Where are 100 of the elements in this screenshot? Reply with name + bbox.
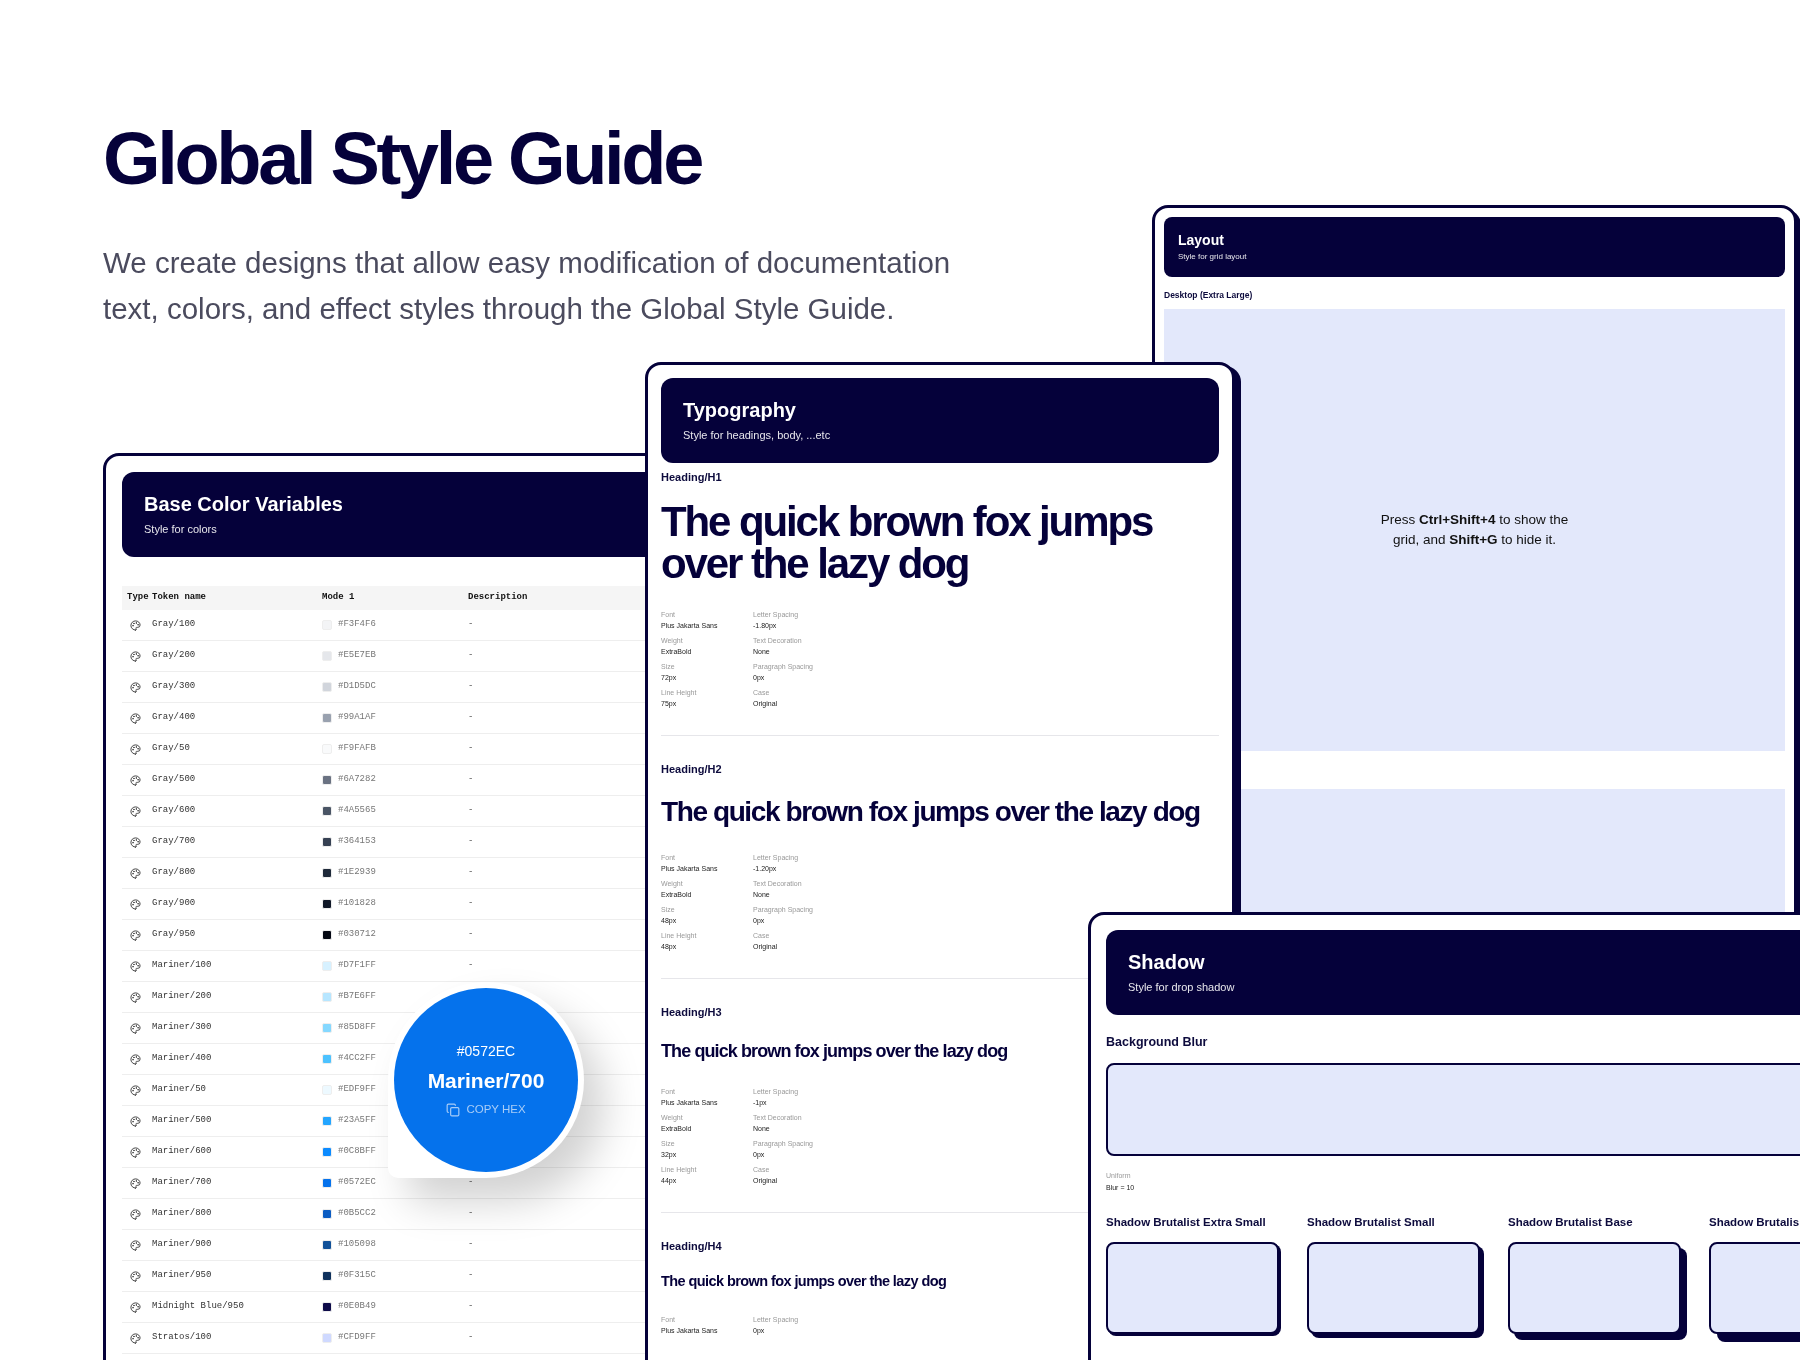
- hex-value: #E5E7EB: [338, 649, 377, 663]
- description-cell: -: [468, 1300, 474, 1314]
- token-name: Mariner/100: [152, 959, 213, 973]
- grid-hint: Press Ctrl+Shift+4 to show the grid, and Shift+G to hide it.: [1379, 510, 1570, 549]
- panel-title: Layout: [1178, 233, 1225, 247]
- hex-value: #99A1AF: [338, 711, 377, 725]
- column-header: Description: [468, 591, 528, 605]
- token-name: Stratos/100: [152, 1331, 213, 1345]
- hex-value: #1E2939: [338, 866, 377, 880]
- token-name: Gray/900: [152, 897, 197, 911]
- panel-subtitle: Style for grid layout: [1178, 253, 1248, 261]
- hex-value: #F9FAFB: [338, 742, 377, 756]
- palette-icon: [130, 991, 141, 1003]
- section-label: Desktop (Extra Large): [1164, 291, 1254, 300]
- panel-title: Base Color Variables: [144, 494, 344, 514]
- description-cell: -: [468, 711, 474, 725]
- preset-label: Shadow Brutalist Extra Small: [1106, 1216, 1266, 1228]
- description-cell: -: [468, 618, 474, 632]
- copy-hex-button[interactable]: COPY HEX: [446, 1102, 526, 1117]
- palette-icon: [130, 805, 141, 817]
- description-cell: -: [468, 680, 474, 694]
- hex-value: #0F315C: [338, 1269, 377, 1283]
- description-cell: -: [468, 804, 474, 818]
- panel-title: Typography: [683, 400, 797, 420]
- palette-icon: [130, 1270, 141, 1282]
- hex-value: #101828: [338, 897, 377, 911]
- panel-subtitle: Style for colors: [144, 524, 218, 535]
- palette-icon: [130, 1053, 141, 1065]
- style-label: Heading/H2: [661, 764, 723, 775]
- palette-icon: [130, 1177, 141, 1189]
- palette-icon: [130, 929, 141, 941]
- palette-icon: [130, 1115, 141, 1127]
- hex-value: #85D8FF: [338, 1021, 377, 1035]
- style-label: Heading/H1: [661, 472, 723, 483]
- description-cell: -: [468, 1331, 474, 1345]
- token-name: Mariner/200: [152, 990, 213, 1004]
- hex-value: #105098: [338, 1238, 377, 1252]
- hex-value: #0572EC: [338, 1176, 377, 1190]
- palette-icon: [130, 960, 141, 972]
- token-name: Gray/500: [152, 773, 197, 787]
- token-name: Mariner/400: [152, 1052, 213, 1066]
- token-name: Midnight Blue/950: [152, 1300, 245, 1314]
- token-name: Mariner/800: [152, 1207, 213, 1221]
- palette-icon: [130, 619, 141, 631]
- palette-icon: [130, 681, 141, 693]
- token-name: Mariner/600: [152, 1145, 213, 1159]
- palette-icon: [130, 1146, 141, 1158]
- preset-label: Shadow Brutalist Base: [1508, 1216, 1633, 1228]
- hex-value: #D7F1FF: [338, 959, 377, 973]
- panel-subtitle: Style for drop shadow: [1128, 982, 1236, 993]
- token-name: Gray/950: [152, 928, 197, 942]
- palette-icon: [130, 867, 141, 879]
- hex-value: #364153: [338, 835, 377, 849]
- preset-label: Shadow Brutalist Small: [1307, 1216, 1435, 1228]
- palette-icon: [130, 650, 141, 662]
- hex-value: #23A5FF: [338, 1114, 377, 1128]
- description-cell: -: [468, 773, 474, 787]
- panel-subtitle: Style for headings, body, ...etc: [683, 430, 832, 441]
- hex-value: #6A7282: [338, 773, 377, 787]
- token-name: Mariner/500: [152, 1114, 213, 1128]
- sample-text: The quick brown fox jumps over the lazy dog: [661, 1273, 947, 1290]
- palette-icon: [130, 1084, 141, 1096]
- description-cell: -: [468, 928, 474, 942]
- hex-value: #4CC2FF: [338, 1052, 377, 1066]
- token-name: Mariner/50: [152, 1083, 207, 1097]
- token-name: Gray/700: [152, 835, 197, 849]
- token-name: Gray/600: [152, 804, 197, 818]
- palette-icon: [130, 712, 141, 724]
- palette-icon: [130, 1239, 141, 1251]
- description-cell: -: [468, 742, 474, 756]
- sample-text: The quick brown fox jumps over the lazy dog: [661, 1041, 1008, 1062]
- palette-icon: [130, 743, 141, 755]
- description-cell: -: [468, 1238, 474, 1252]
- palette-icon: [130, 774, 141, 786]
- description-cell: -: [468, 959, 474, 973]
- hex-value: #0E0B49: [338, 1300, 377, 1314]
- page-subtitle: We create designs that allow easy modification of documentation text, colors, and effect styles through the Global Style Guide.: [103, 245, 952, 327]
- description-cell: -: [468, 1207, 474, 1221]
- hex-value: #0B5CC2: [338, 1207, 377, 1221]
- token-name: Gray/200: [152, 649, 197, 663]
- hex-value: #B7E6FF: [338, 990, 377, 1004]
- copy-icon: [446, 1102, 461, 1117]
- palette-icon: [130, 836, 141, 848]
- palette-icon: [130, 1208, 141, 1220]
- token-name: Gray/300: [152, 680, 197, 694]
- sample-text: The quick brown fox jumps over the lazy dog: [661, 797, 1200, 828]
- hex-value: #EDF9FF: [338, 1083, 377, 1097]
- preset-label: Shadow Brutalis: [1709, 1216, 1800, 1228]
- hex-value: #0C8BFF: [338, 1145, 377, 1159]
- color-name: Mariner/700: [427, 1069, 545, 1091]
- description-cell: -: [468, 649, 474, 663]
- token-name: Mariner/300: [152, 1021, 213, 1035]
- token-name: Mariner/900: [152, 1238, 213, 1252]
- palette-icon: [130, 898, 141, 910]
- token-name: Mariner/950: [152, 1269, 213, 1283]
- description-cell: -: [468, 866, 474, 880]
- palette-icon: [130, 1332, 141, 1344]
- section-label: Background Blur: [1106, 1036, 1209, 1049]
- description-cell: -: [468, 1176, 474, 1190]
- hex-value: #030712: [338, 928, 377, 942]
